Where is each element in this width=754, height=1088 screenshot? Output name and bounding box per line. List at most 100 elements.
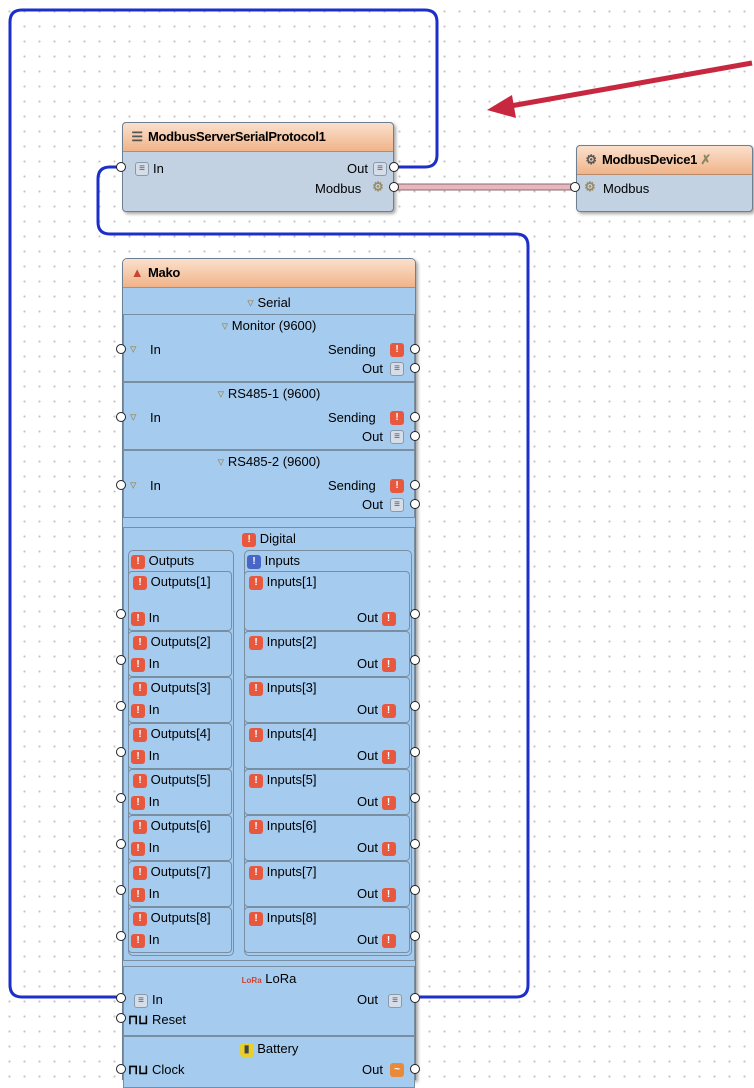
output-row[interactable]: ! Outputs[6]! In bbox=[128, 815, 232, 861]
lora-reset-pin[interactable] bbox=[116, 1013, 126, 1023]
lora-section[interactable]: LoRa LoRa ≡ In Out ≡ ⊓⊔ Reset bbox=[123, 966, 415, 1036]
output-row[interactable]: ! Outputs[4]! In bbox=[128, 723, 232, 769]
lora-in-pin[interactable] bbox=[116, 993, 126, 1003]
in-label: In bbox=[152, 992, 163, 1007]
serial-rs485-1-section[interactable]: ▿ RS485-1 (9600) ▿ In Sending ! Out ≡ bbox=[123, 382, 415, 450]
input-name: Inputs[6] bbox=[266, 818, 317, 833]
server-modbus-pin[interactable] bbox=[389, 182, 399, 192]
sending-label: Sending bbox=[328, 410, 376, 425]
input-out-pin[interactable] bbox=[410, 747, 420, 757]
serial-icon: ▿ bbox=[247, 295, 254, 310]
output-in-pin[interactable] bbox=[116, 793, 126, 803]
device-icon: ⚙ bbox=[585, 152, 597, 167]
out-pin-icon: ≡ bbox=[388, 994, 402, 1008]
output-in-pin[interactable] bbox=[116, 885, 126, 895]
input-row[interactable]: ! Inputs[8] Out ! bbox=[244, 907, 410, 953]
input-out-pin[interactable] bbox=[410, 655, 420, 665]
rs485-1-sending-pin[interactable] bbox=[410, 412, 420, 422]
monitor-sending-pin[interactable] bbox=[410, 344, 420, 354]
output-row[interactable]: ! Outputs[1]! In bbox=[128, 571, 232, 631]
serial-rs485-2-section[interactable]: ▿ RS485-2 (9600) ▿ In Sending ! Out ≡ bbox=[123, 450, 415, 518]
rs485-1-in-pin[interactable] bbox=[116, 412, 126, 422]
input-row[interactable]: ! Inputs[3] Out ! bbox=[244, 677, 410, 723]
input-out-label: Out bbox=[357, 610, 378, 625]
mako-component[interactable]: ▲ Mako ▿ Serial ▿ Monitor (9600) ▿ In Sen… bbox=[122, 258, 416, 1088]
output-in-label: In bbox=[148, 610, 160, 625]
output-row[interactable]: ! Outputs[8]! In bbox=[128, 907, 232, 953]
input-out-pin[interactable] bbox=[410, 885, 420, 895]
output-in-label: In bbox=[148, 932, 160, 947]
input-row[interactable]: ! Inputs[7] Out ! bbox=[244, 861, 410, 907]
input-out-pin[interactable] bbox=[410, 839, 420, 849]
outputs-column[interactable]: ! Outputs ! Outputs[1]! In! Outputs[2]! … bbox=[128, 550, 234, 956]
lora-out-pin[interactable] bbox=[410, 993, 420, 1003]
reset-label: Reset bbox=[152, 1012, 186, 1027]
data-signal-icon: ≡ bbox=[390, 430, 404, 444]
input-name: Inputs[2] bbox=[266, 634, 317, 649]
input-pin-icon: ! bbox=[131, 657, 145, 672]
serial-icon: ▿ bbox=[221, 318, 229, 333]
clock-pulse-icon: ⊓⊔ bbox=[128, 1062, 149, 1077]
rs485-2-in-pin[interactable] bbox=[116, 480, 126, 490]
serial-monitor-section[interactable]: ▿ Monitor (9600) ▿ In Sending ! Out ≡ bbox=[123, 314, 415, 382]
digital-section[interactable]: ! Digital ! Outputs ! Outputs[1]! In! Ou… bbox=[123, 527, 415, 961]
inputs-column[interactable]: ! Inputs ! Inputs[1] Out !! Inputs[2] Out … bbox=[244, 550, 412, 956]
output-in-pin[interactable] bbox=[116, 839, 126, 849]
input-out-pin[interactable] bbox=[410, 701, 420, 711]
output-in-pin[interactable] bbox=[116, 701, 126, 711]
output-icon: ! bbox=[133, 635, 147, 650]
input-pin-icon: ! bbox=[131, 795, 145, 810]
out-label: Out bbox=[357, 992, 378, 1007]
output-pin-icon: ! bbox=[381, 703, 396, 718]
modbus-device-component[interactable]: ⚙ ModbusDevice1 ✗ ⚙ Modbus bbox=[576, 145, 753, 212]
output-row[interactable]: ! Outputs[2]! In bbox=[128, 631, 232, 677]
rs485-1-out-pin[interactable] bbox=[410, 431, 420, 441]
input-icon: ! bbox=[249, 865, 263, 880]
input-row[interactable]: ! Inputs[2] Out ! bbox=[244, 631, 410, 677]
rs485-2-out-pin[interactable] bbox=[410, 499, 420, 509]
server-out-pin[interactable] bbox=[389, 162, 399, 172]
output-name: Outputs[7] bbox=[150, 864, 211, 879]
input-row[interactable]: ! Inputs[1] Out ! bbox=[244, 571, 410, 631]
output-pin-icon: ! bbox=[381, 749, 396, 764]
monitor-in-pin[interactable] bbox=[116, 344, 126, 354]
input-out-label: Out bbox=[357, 794, 378, 809]
input-out-label: Out bbox=[357, 932, 378, 947]
digital-icon: ! bbox=[242, 532, 257, 547]
device-modbus-pin[interactable] bbox=[570, 182, 580, 192]
modbus-pin-label: Modbus bbox=[315, 181, 362, 196]
input-row[interactable]: ! Inputs[6] Out ! bbox=[244, 815, 410, 861]
input-row[interactable]: ! Inputs[4] Out ! bbox=[244, 723, 410, 769]
rs485-2-sending-pin[interactable] bbox=[410, 480, 420, 490]
input-name: Inputs[1] bbox=[266, 574, 317, 589]
plug-icon: ⚙ bbox=[584, 179, 596, 194]
output-in-label: In bbox=[148, 702, 160, 717]
input-out-pin[interactable] bbox=[410, 609, 420, 619]
input-out-pin[interactable] bbox=[410, 793, 420, 803]
output-icon: ! bbox=[133, 911, 147, 926]
output-in-pin[interactable] bbox=[116, 747, 126, 757]
in-label: In bbox=[150, 478, 161, 493]
output-in-pin[interactable] bbox=[116, 609, 126, 619]
input-row[interactable]: ! Inputs[5] Out ! bbox=[244, 769, 410, 815]
in-pin-icon: ≡ bbox=[135, 162, 149, 176]
out-label: Out bbox=[362, 361, 383, 376]
input-out-label: Out bbox=[357, 702, 378, 717]
output-in-label: In bbox=[148, 886, 160, 901]
output-row[interactable]: ! Outputs[7]! In bbox=[128, 861, 232, 907]
modbus-device-title[interactable]: ⚙ ModbusDevice1 ✗ bbox=[577, 146, 752, 175]
input-out-pin[interactable] bbox=[410, 931, 420, 941]
output-in-pin[interactable] bbox=[116, 931, 126, 941]
server-in-pin[interactable] bbox=[116, 162, 126, 172]
monitor-out-pin[interactable] bbox=[410, 363, 420, 373]
sending-label: Sending bbox=[328, 478, 376, 493]
output-row[interactable]: ! Outputs[5]! In bbox=[128, 769, 232, 815]
mako-title[interactable]: ▲ Mako bbox=[123, 259, 415, 288]
modbus-pin-label: Modbus bbox=[603, 181, 650, 196]
input-pin-icon: ! bbox=[131, 887, 145, 902]
input-name: Inputs[7] bbox=[266, 864, 317, 879]
output-row[interactable]: ! Outputs[3]! In bbox=[128, 677, 232, 723]
input-icon: ! bbox=[249, 773, 263, 788]
battery-section[interactable]: ▮ Battery ⊓⊔ Clock Out ~ bbox=[123, 1036, 415, 1088]
output-in-pin[interactable] bbox=[116, 655, 126, 665]
